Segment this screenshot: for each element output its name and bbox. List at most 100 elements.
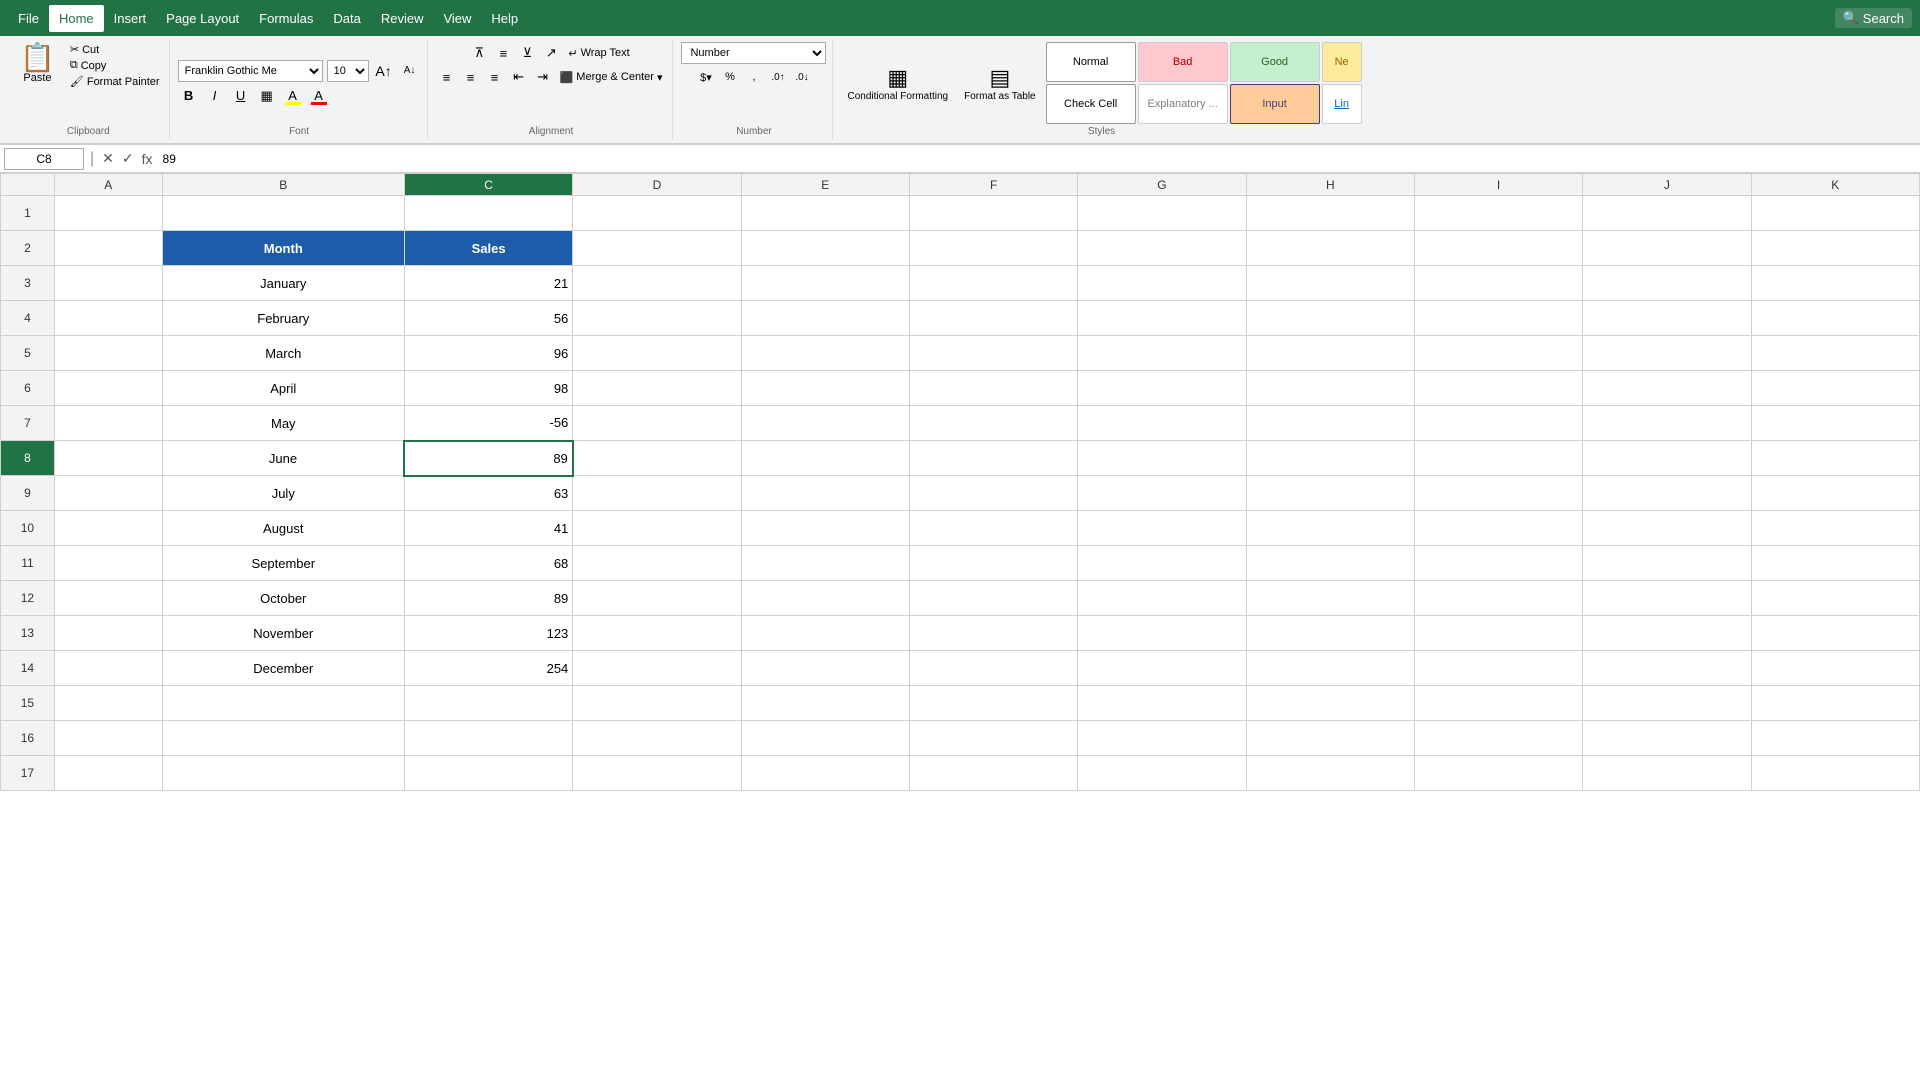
cell-J8[interactable] xyxy=(1583,441,1751,476)
cell-B7[interactable]: May xyxy=(162,406,404,441)
cell-G6[interactable] xyxy=(1078,371,1246,406)
style-linked[interactable]: Lin xyxy=(1322,84,1362,124)
font-color-button[interactable]: A xyxy=(308,85,330,107)
cell-K11[interactable] xyxy=(1751,546,1919,581)
cell-A15[interactable] xyxy=(54,686,162,721)
cell-B13[interactable]: November xyxy=(162,616,404,651)
cell-H2[interactable] xyxy=(1246,231,1414,266)
cell-B12[interactable]: October xyxy=(162,581,404,616)
cell-B2[interactable]: Month xyxy=(162,231,404,266)
cell-H17[interactable] xyxy=(1246,756,1414,791)
cell-G16[interactable] xyxy=(1078,721,1246,756)
cell-B17[interactable] xyxy=(162,756,404,791)
row-header-4[interactable]: 4 xyxy=(1,301,55,336)
menu-home[interactable]: Home xyxy=(49,5,104,32)
cell-K5[interactable] xyxy=(1751,336,1919,371)
col-header-e[interactable]: E xyxy=(741,174,909,196)
row-header-7[interactable]: 7 xyxy=(1,406,55,441)
cell-I15[interactable] xyxy=(1414,686,1582,721)
cell-A11[interactable] xyxy=(54,546,162,581)
font-size-select[interactable]: 10 xyxy=(327,60,369,82)
decrease-indent-button[interactable]: ⇤ xyxy=(508,66,530,88)
row-header-13[interactable]: 13 xyxy=(1,616,55,651)
cell-H13[interactable] xyxy=(1246,616,1414,651)
cell-D10[interactable] xyxy=(573,511,741,546)
col-header-b[interactable]: B xyxy=(162,174,404,196)
cell-A8[interactable] xyxy=(54,441,162,476)
cell-G5[interactable] xyxy=(1078,336,1246,371)
cell-H11[interactable] xyxy=(1246,546,1414,581)
col-header-g[interactable]: G xyxy=(1078,174,1246,196)
cell-E11[interactable] xyxy=(741,546,909,581)
row-header-11[interactable]: 11 xyxy=(1,546,55,581)
cell-B5[interactable]: March xyxy=(162,336,404,371)
cell-I10[interactable] xyxy=(1414,511,1582,546)
cell-A14[interactable] xyxy=(54,651,162,686)
cell-I6[interactable] xyxy=(1414,371,1582,406)
cell-F3[interactable] xyxy=(909,266,1077,301)
cell-E13[interactable] xyxy=(741,616,909,651)
cell-B10[interactable]: August xyxy=(162,511,404,546)
cell-C4[interactable]: 56 xyxy=(404,301,572,336)
cell-D5[interactable] xyxy=(573,336,741,371)
conditional-formatting-button[interactable]: ▦ Conditional Formatting xyxy=(841,61,954,106)
style-input[interactable]: Input xyxy=(1230,84,1320,124)
cell-D1[interactable] xyxy=(573,196,741,231)
cell-E15[interactable] xyxy=(741,686,909,721)
cell-C8[interactable]: 89 xyxy=(404,441,572,476)
cell-A7[interactable] xyxy=(54,406,162,441)
align-top-button[interactable]: ⊼ xyxy=(468,42,490,64)
cell-I8[interactable] xyxy=(1414,441,1582,476)
comma-button[interactable]: , xyxy=(743,66,765,88)
wrap-text-button[interactable]: ↵ Wrap Text xyxy=(564,42,633,64)
cell-C2[interactable]: Sales xyxy=(404,231,572,266)
row-header-14[interactable]: 14 xyxy=(1,651,55,686)
cell-D7[interactable] xyxy=(573,406,741,441)
align-center-button[interactable]: ≡ xyxy=(460,66,482,88)
cell-B6[interactable]: April xyxy=(162,371,404,406)
cell-K1[interactable] xyxy=(1751,196,1919,231)
cell-E8[interactable] xyxy=(741,441,909,476)
cell-C15[interactable] xyxy=(404,686,572,721)
cell-A12[interactable] xyxy=(54,581,162,616)
cell-G14[interactable] xyxy=(1078,651,1246,686)
cell-G10[interactable] xyxy=(1078,511,1246,546)
cell-F12[interactable] xyxy=(909,581,1077,616)
style-bad[interactable]: Bad xyxy=(1138,42,1228,82)
confirm-formula-icon[interactable]: ✓ xyxy=(120,148,136,169)
align-middle-button[interactable]: ≡ xyxy=(492,42,514,64)
cell-C11[interactable]: 68 xyxy=(404,546,572,581)
row-header-2[interactable]: 2 xyxy=(1,231,55,266)
cell-H9[interactable] xyxy=(1246,476,1414,511)
style-normal[interactable]: Normal xyxy=(1046,42,1136,82)
copy-button[interactable]: ⧉ Copy xyxy=(67,58,163,73)
align-right-button[interactable]: ≡ xyxy=(484,66,506,88)
increase-font-button[interactable]: A↑ xyxy=(373,60,395,82)
cell-I14[interactable] xyxy=(1414,651,1582,686)
cell-K2[interactable] xyxy=(1751,231,1919,266)
cell-E2[interactable] xyxy=(741,231,909,266)
cell-D15[interactable] xyxy=(573,686,741,721)
cell-G13[interactable] xyxy=(1078,616,1246,651)
cell-A6[interactable] xyxy=(54,371,162,406)
font-family-select[interactable]: Franklin Gothic Me xyxy=(178,60,323,82)
cell-J3[interactable] xyxy=(1583,266,1751,301)
border-button[interactable]: ▦ xyxy=(256,85,278,107)
italic-button[interactable]: I xyxy=(204,85,226,107)
row-header-8[interactable]: 8 xyxy=(1,441,55,476)
cell-reference-box[interactable]: C8 xyxy=(4,148,84,170)
menu-file[interactable]: File xyxy=(8,5,49,32)
cell-B14[interactable]: December xyxy=(162,651,404,686)
cell-E1[interactable] xyxy=(741,196,909,231)
orientation-button[interactable]: ↗ xyxy=(540,42,562,64)
cell-H6[interactable] xyxy=(1246,371,1414,406)
fill-color-button[interactable]: A xyxy=(282,85,304,107)
cell-E4[interactable] xyxy=(741,301,909,336)
cell-H5[interactable] xyxy=(1246,336,1414,371)
increase-decimal-button[interactable]: .0↑ xyxy=(767,66,789,88)
cell-C3[interactable]: 21 xyxy=(404,266,572,301)
menu-view[interactable]: View xyxy=(433,5,481,32)
col-header-k[interactable]: K xyxy=(1751,174,1919,196)
cell-E3[interactable] xyxy=(741,266,909,301)
cell-I4[interactable] xyxy=(1414,301,1582,336)
